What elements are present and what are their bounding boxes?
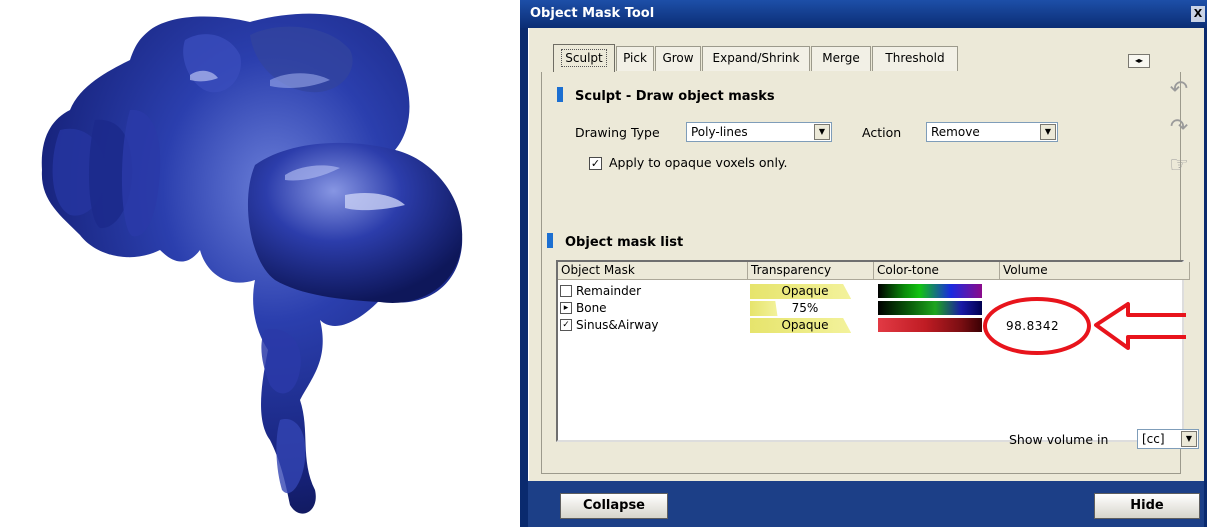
tab-pick[interactable]: Pick <box>616 46 654 71</box>
action-select[interactable]: Remove ▼ <box>926 122 1058 142</box>
action-label: Action <box>862 125 902 140</box>
annotation-arrow <box>1094 302 1186 350</box>
render-canvas <box>41 13 463 514</box>
close-icon[interactable]: X <box>1191 6 1205 22</box>
anatomy-model <box>41 13 463 514</box>
drawing-type-label: Drawing Type <box>575 125 660 140</box>
tab-expand-shrink[interactable]: Expand/Shrink <box>702 46 810 71</box>
opaque-only-checkbox[interactable]: ✓ <box>589 157 602 170</box>
drawing-type-select[interactable]: Poly-lines ▼ <box>686 122 832 142</box>
opaque-only-label: Apply to opaque voxels only. <box>609 155 788 170</box>
undo-icon[interactable]: ↶ <box>1165 76 1193 104</box>
tab-scroll-icon[interactable]: ◂▸ <box>1128 54 1150 68</box>
show-volume-label: Show volume in <box>1009 432 1109 447</box>
hand-icon[interactable]: ☞ <box>1165 152 1193 180</box>
annotation-circle <box>983 297 1091 355</box>
collapse-button[interactable]: Collapse <box>560 493 668 519</box>
tab-threshold[interactable]: Threshold <box>872 46 958 71</box>
volume-unit-select[interactable]: [cc] ▼ <box>1137 429 1199 449</box>
object-mask-table[interactable]: Object Mask Transparency Color-tone Volu… <box>556 260 1190 442</box>
hide-button[interactable]: Hide <box>1094 493 1200 519</box>
tab-sculpt[interactable]: Sculpt <box>553 44 615 72</box>
tab-label: Sculpt <box>561 49 607 67</box>
chevron-down-icon[interactable]: ▼ <box>1040 124 1056 140</box>
annotation-overlay <box>983 297 1186 355</box>
tab-merge[interactable]: Merge <box>811 46 871 71</box>
section-marker <box>557 87 563 102</box>
drawing-type-value: Poly-lines <box>691 125 748 139</box>
volume-render-view[interactable] <box>0 0 520 527</box>
section-marker <box>547 233 553 248</box>
tool-body: Sculpt Pick Grow Expand/Shrink Merge Thr… <box>528 28 1204 481</box>
tab-grow[interactable]: Grow <box>655 46 701 71</box>
title-bar[interactable]: Object Mask Tool X <box>520 0 1207 28</box>
chevron-down-icon[interactable]: ▼ <box>814 124 830 140</box>
chevron-down-icon[interactable]: ▼ <box>1181 431 1197 447</box>
window-title: Object Mask Tool <box>530 6 655 21</box>
volume-unit-value: [cc] <box>1142 432 1165 446</box>
bottom-bar: Collapse Hide <box>528 481 1204 527</box>
action-value: Remove <box>931 125 980 139</box>
sculpt-heading: Sculpt - Draw object masks <box>557 87 775 104</box>
object-mask-tool-window: Object Mask Tool X Sculpt Pick Grow Expa… <box>520 0 1207 527</box>
mask-list-heading: Object mask list <box>547 233 683 250</box>
redo-icon[interactable]: ↷ <box>1165 114 1193 142</box>
